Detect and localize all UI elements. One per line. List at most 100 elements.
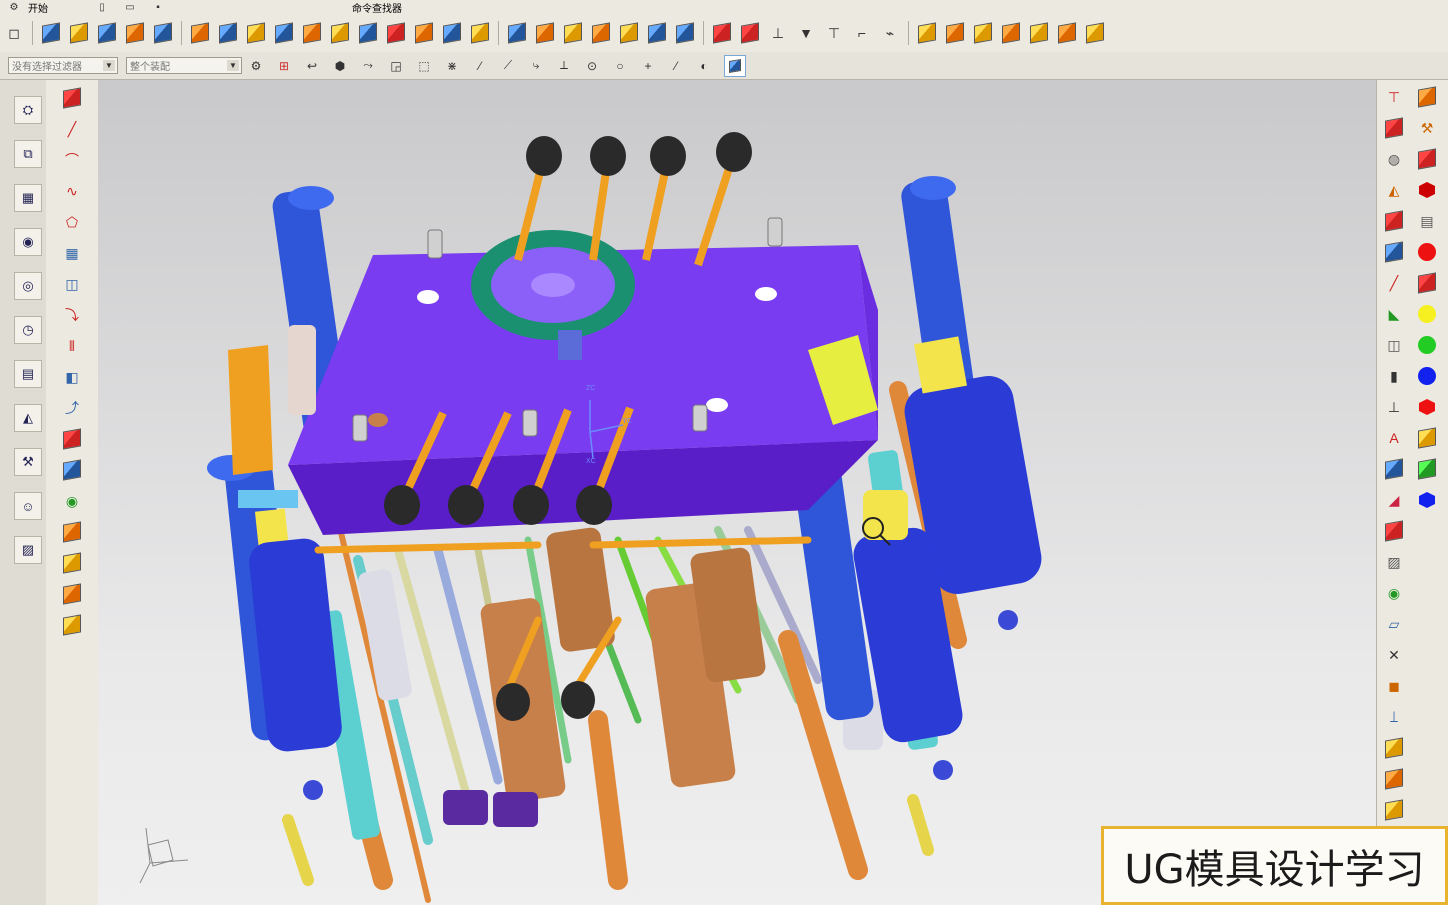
green-cube-icon[interactable] bbox=[1416, 458, 1438, 480]
snap-line-icon[interactable]: ⁄ bbox=[469, 55, 491, 77]
mold-wizard-cube3-icon[interactable] bbox=[1383, 799, 1405, 821]
text-icon[interactable]: A bbox=[1383, 427, 1405, 449]
mold-base-icon[interactable]: ▮ bbox=[1383, 365, 1405, 387]
ejector-pin-icon[interactable]: ⊥ bbox=[767, 22, 789, 44]
system-materials-icon[interactable]: ▤ bbox=[14, 360, 42, 388]
snap-existing-icon[interactable]: + bbox=[637, 55, 659, 77]
assembly-constraint-icon[interactable] bbox=[944, 22, 966, 44]
runner-icon[interactable]: ⌐ bbox=[851, 22, 873, 44]
pad-icon[interactable] bbox=[60, 520, 84, 544]
assembly-move-icon[interactable] bbox=[972, 22, 994, 44]
datum-plane-icon[interactable] bbox=[674, 22, 696, 44]
snap-quadrant-icon[interactable]: ○ bbox=[609, 55, 631, 77]
assembly-add-icon[interactable] bbox=[916, 22, 938, 44]
pocket-tool-icon[interactable]: ◢ bbox=[1383, 489, 1405, 511]
cylinder-tool-icon[interactable] bbox=[124, 22, 146, 44]
select-face-icon[interactable]: ◲ bbox=[385, 55, 407, 77]
roles-icon[interactable]: ☺ bbox=[14, 492, 42, 520]
select-component-button[interactable] bbox=[724, 54, 746, 77]
shrink-icon[interactable] bbox=[1383, 241, 1405, 263]
assembly-mirror-icon[interactable] bbox=[1000, 22, 1022, 44]
block-tool-icon[interactable] bbox=[60, 427, 84, 451]
process-studio-icon[interactable]: ◭ bbox=[14, 404, 42, 432]
revolve-icon[interactable] bbox=[68, 22, 90, 44]
gate-icon[interactable]: ⌁ bbox=[879, 22, 901, 44]
wireframe-icon[interactable]: ▤ bbox=[1416, 210, 1438, 232]
mold-wizard-cube-icon[interactable] bbox=[1383, 737, 1405, 759]
hole-table-icon[interactable]: ◉ bbox=[1383, 582, 1405, 604]
assembly-navigator-icon[interactable] bbox=[1084, 22, 1106, 44]
assembly-navigator-icon[interactable]: ⛭ bbox=[14, 96, 42, 124]
family-mold-icon[interactable]: ◭ bbox=[1383, 179, 1405, 201]
drawing-icon[interactable]: ▨ bbox=[1383, 551, 1405, 573]
offset-curve-icon[interactable]: ◫ bbox=[60, 272, 84, 296]
shell-icon[interactable] bbox=[385, 22, 407, 44]
mold-assembly-model[interactable] bbox=[98, 80, 1376, 905]
yellow-color-icon[interactable] bbox=[1416, 303, 1438, 325]
red-hex-icon[interactable] bbox=[1416, 179, 1438, 201]
intersect-curve-icon[interactable]: ⫴ bbox=[60, 334, 84, 358]
graphics-window[interactable]: ZC YC XC bbox=[98, 80, 1376, 905]
snap-curve-icon[interactable]: ⁄ bbox=[665, 55, 687, 77]
red-hex2-icon[interactable] bbox=[1416, 396, 1438, 418]
casting-process-icon[interactable]: ◼ bbox=[1383, 675, 1405, 697]
layout-icon[interactable]: ◍ bbox=[1383, 148, 1405, 170]
snap-intersection-icon[interactable]: ⟂ bbox=[553, 55, 575, 77]
split-body-icon[interactable] bbox=[301, 22, 323, 44]
mold-check-icon[interactable]: ⟘ bbox=[1383, 706, 1405, 728]
surface-icon[interactable] bbox=[506, 22, 528, 44]
start-label[interactable]: 开始 bbox=[28, 0, 48, 15]
pattern-icon[interactable] bbox=[469, 22, 491, 44]
thicken-icon[interactable] bbox=[562, 22, 584, 44]
cooling-icon[interactable]: ⊤ bbox=[823, 22, 845, 44]
workpiece-icon[interactable] bbox=[1383, 117, 1405, 139]
slider-icon[interactable]: ▼ bbox=[795, 22, 817, 44]
blue-hex-icon[interactable] bbox=[1416, 489, 1438, 511]
hole-icon[interactable] bbox=[152, 22, 174, 44]
yellow-cube-icon[interactable] bbox=[1416, 427, 1438, 449]
mesh-surface-icon[interactable]: ▦ bbox=[60, 241, 84, 265]
trim-body-icon[interactable] bbox=[273, 22, 295, 44]
system-scenes-icon[interactable]: ▨ bbox=[14, 536, 42, 564]
undo-select-icon[interactable]: ↩ bbox=[301, 55, 323, 77]
shaded-edges-icon[interactable]: ⚒ bbox=[1416, 117, 1438, 139]
chamfer-icon[interactable] bbox=[357, 22, 379, 44]
block-feature-icon[interactable] bbox=[60, 86, 84, 110]
open-folder-icon[interactable]: ▭ bbox=[119, 0, 141, 14]
slot-icon[interactable] bbox=[60, 613, 84, 637]
intersect-icon[interactable] bbox=[245, 22, 267, 44]
select-rectangle-icon[interactable]: ⬚ bbox=[413, 55, 435, 77]
mirror-body-icon[interactable] bbox=[618, 22, 640, 44]
emboss-icon[interactable] bbox=[60, 551, 84, 575]
project-curve-icon[interactable]: ⤵ bbox=[60, 303, 84, 327]
save-icon[interactable]: ▪ bbox=[147, 0, 169, 14]
parting-line-icon[interactable]: ╱ bbox=[1383, 272, 1405, 294]
parting-surface-icon[interactable]: ◣ bbox=[1383, 303, 1405, 325]
block-icon[interactable] bbox=[96, 22, 118, 44]
select-feature-icon[interactable]: ⤳ bbox=[357, 55, 379, 77]
snap-center-icon[interactable]: ⊙ bbox=[581, 55, 603, 77]
red-color-icon[interactable] bbox=[1416, 241, 1438, 263]
arc-icon[interactable]: ⌒ bbox=[60, 148, 84, 172]
standard-part-icon[interactable]: ⊥ bbox=[1383, 396, 1405, 418]
start-icon[interactable]: ⚙ bbox=[3, 0, 25, 14]
shaded-icon[interactable] bbox=[1416, 86, 1438, 108]
subtract-icon[interactable] bbox=[217, 22, 239, 44]
snap-mid-icon[interactable]: ⟋ bbox=[497, 55, 519, 77]
polygon-icon[interactable]: ⬠ bbox=[60, 210, 84, 234]
spline-icon[interactable]: ∿ bbox=[60, 179, 84, 203]
select-body-icon[interactable]: ⬢ bbox=[329, 55, 351, 77]
mold-csys-icon[interactable] bbox=[1383, 210, 1405, 232]
trim-mold-icon[interactable]: ✕ bbox=[1383, 644, 1405, 666]
manufacturing-wizard-icon[interactable]: ⚒ bbox=[14, 448, 42, 476]
box-icon[interactable] bbox=[60, 458, 84, 482]
electrode-icon[interactable] bbox=[1383, 458, 1405, 480]
edge-blend-icon[interactable] bbox=[329, 22, 351, 44]
mold-wizard-icon[interactable] bbox=[711, 22, 733, 44]
offset-face-icon[interactable] bbox=[441, 22, 463, 44]
snap-point-icon[interactable]: ⊞ bbox=[273, 55, 295, 77]
snap-end-icon[interactable]: ⋇ bbox=[441, 55, 463, 77]
green-color-icon[interactable] bbox=[1416, 334, 1438, 356]
mold-bom-icon[interactable] bbox=[1383, 520, 1405, 542]
bounded-plane-icon[interactable] bbox=[590, 22, 612, 44]
